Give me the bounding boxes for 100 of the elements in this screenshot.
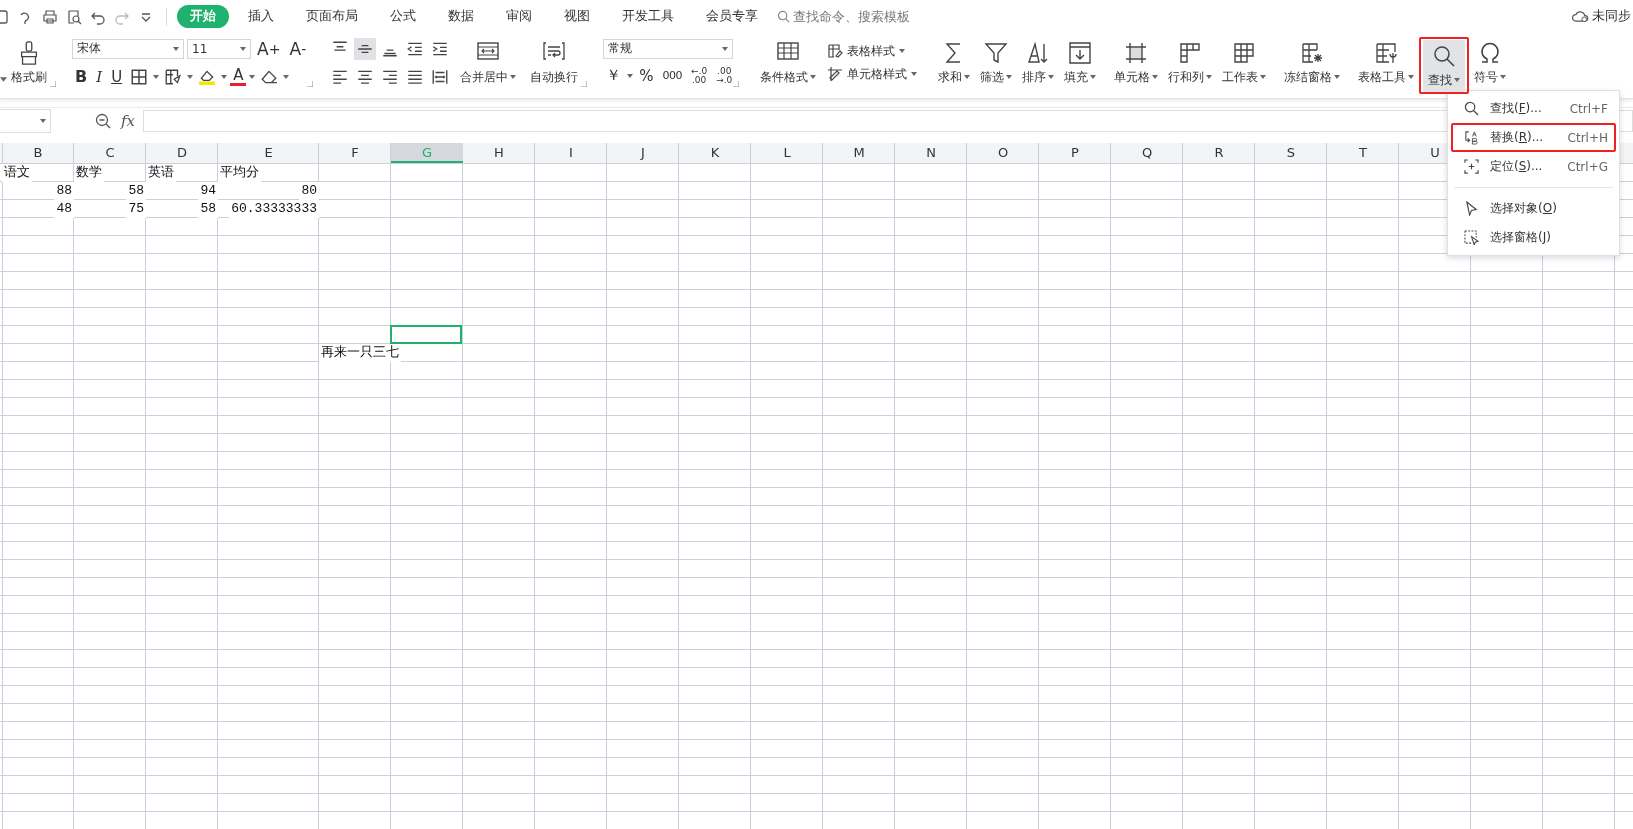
percent-button[interactable]: % [636,64,657,87]
ribbon-button[interactable]: 工作表 [1217,36,1272,89]
wrap-text-button[interactable]: 自动换行 [525,36,584,89]
wrap-text-icon [542,40,567,61]
menu-item[interactable]: 选择对象(O) [1451,194,1616,223]
column-header[interactable]: O [967,143,1039,163]
ribbon-button[interactable]: 排序 [1017,36,1060,89]
table-cell: 48 [54,200,74,218]
ribbon-button[interactable]: 符号 [1469,36,1512,89]
merge-center-button[interactable]: 合并居中 [455,36,522,89]
caret-icon [1048,75,1055,79]
table-cell: 语文 [2,164,32,182]
ribbon-tab[interactable]: 公式 [377,5,429,28]
caret-icon [173,46,179,51]
table-cell: 88 [54,182,74,200]
print-icon[interactable] [42,8,58,25]
format-painter-button[interactable]: 格式刷 [6,36,52,89]
ribbon-tab[interactable]: 审阅 [493,5,545,28]
ribbon-tab[interactable]: 页面布局 [293,5,371,28]
font-name-dropdown[interactable]: 宋体 [72,38,184,59]
ribbon-button[interactable]: 行和列 [1163,36,1218,89]
caret-icon [1152,75,1159,79]
align-middle-icon[interactable] [354,37,377,60]
decrease-decimal-button[interactable]: .00 →.0 [713,64,736,87]
thousands-separator-button[interactable]: 000 [659,64,686,87]
column-header[interactable]: H [463,143,535,163]
ribbon-tab[interactable]: 数据 [435,5,487,28]
underline-button[interactable]: U [108,65,126,88]
increase-decimal-button[interactable]: ←.0 .00 [688,64,711,87]
ribbon-tab[interactable]: 插入 [235,5,287,28]
column-header[interactable]: D [146,143,218,163]
menu-item[interactable]: 定位(S)... Ctrl+G [1451,152,1616,181]
caret-icon [1500,75,1507,79]
column-header[interactable]: C [74,143,146,163]
italic-button[interactable]: I [93,65,106,88]
table-cell: 80 [299,182,319,200]
font-size-dropdown[interactable]: 11 [187,38,251,59]
ribbon-tab[interactable]: 会员专享 [693,5,771,28]
column-header[interactable]: N [895,143,967,163]
ribbon-button[interactable]: 填充 [1059,36,1102,89]
cell-style-button[interactable]: 单元格样式 [825,65,920,83]
menu-item[interactable]: 选择窗格(J) [1451,223,1616,252]
menu-item[interactable]: 替换(R)... Ctrl+H [1451,123,1616,152]
freeze-panes-icon [1300,40,1325,65]
selected-cell[interactable] [390,325,462,344]
table-cell: 58 [126,182,146,200]
caret-icon [1408,75,1415,79]
column-header[interactable]: E [218,143,319,163]
column-header[interactable]: T [1327,143,1399,163]
ribbon-button[interactable]: 求和 [933,36,976,89]
table-cell: 58 [198,200,218,218]
column-header[interactable]: K [679,143,751,163]
zoom-icon[interactable] [95,113,111,129]
ribbon-button[interactable]: 冻结窗格 [1279,36,1346,89]
caret-icon [810,75,817,79]
sheet-grid-icon [1232,40,1257,65]
caret-icon[interactable] [627,73,634,78]
menu-item[interactable]: 查找(F)... Ctrl+F [1451,94,1616,123]
column-header[interactable]: I [535,143,607,163]
number-format-dropdown[interactable]: 常规 [603,38,734,59]
caret-icon [899,49,906,53]
column-header[interactable]: L [751,143,823,163]
column-header[interactable]: P [1039,143,1111,163]
table-brush-icon [827,43,844,59]
locate-icon [1464,159,1479,174]
caret-icon[interactable] [0,77,7,82]
table-cell: 平均分 [218,164,261,182]
ribbon-button[interactable]: 单元格 [1109,36,1164,89]
column-header[interactable]: F [319,143,391,163]
column-header[interactable]: Q [1111,143,1183,163]
caret-icon [722,46,729,51]
caret-icon[interactable] [153,74,160,79]
table-cell: 英语 [146,164,176,182]
column-header[interactable]: R [1183,143,1255,163]
ribbon-button[interactable]: 表格工具 [1353,36,1420,89]
column-header[interactable]: J [607,143,679,163]
table-style-button[interactable]: 表格样式 [825,42,920,60]
caret-icon[interactable] [221,74,228,79]
conditional-format-button[interactable]: 条件格式 [755,36,822,89]
ribbon-button[interactable]: 查找 [1423,39,1466,92]
column-header[interactable]: S [1255,143,1327,163]
caret-icon [1206,75,1213,79]
sync-status[interactable]: 未同步 [1572,8,1631,25]
ribbon-tab[interactable]: 开发工具 [609,5,687,28]
ribbon-button[interactable]: 筛选 [975,36,1018,89]
cell-icon [1124,40,1149,65]
bold-button[interactable]: B [72,65,91,88]
caret-icon[interactable] [283,74,290,79]
currency-button[interactable]: ￥ [603,64,625,87]
column-header[interactable]: B [2,143,74,163]
function-label[interactable]: fx [121,112,135,130]
ribbon-tab[interactable]: 视图 [551,5,603,28]
column-header[interactable]: M [823,143,895,163]
fill-down-icon [1068,40,1093,65]
caret-icon[interactable] [249,74,256,79]
print-preview-icon[interactable] [66,8,82,25]
caret-icon [1090,75,1097,79]
font-color-button[interactable]: A [230,67,247,86]
caret-icon[interactable] [187,74,194,79]
caret-icon [911,72,918,76]
